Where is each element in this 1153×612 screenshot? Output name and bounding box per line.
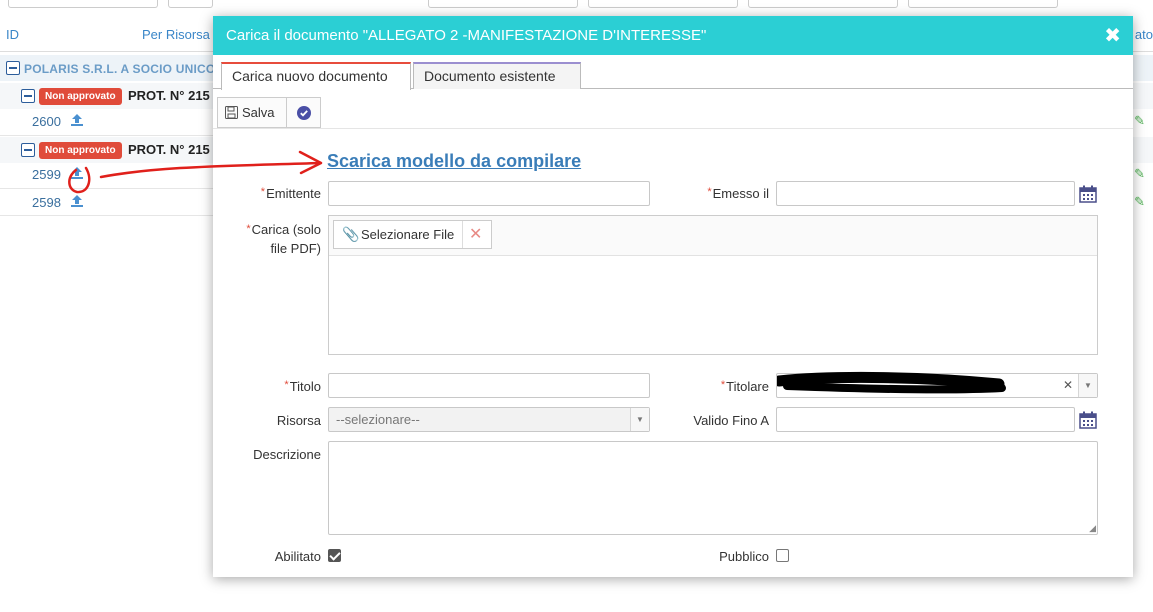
redaction-scribble — [777, 371, 1006, 394]
titolo-label: *Titolo — [284, 379, 321, 394]
risorsa-select[interactable]: --selezionare-- ▼ — [328, 407, 650, 432]
column-header-right[interactable]: ato — [1135, 27, 1153, 42]
upload-icon[interactable] — [70, 113, 84, 127]
descrizione-label: Descrizione — [253, 447, 321, 462]
titolo-input[interactable] — [328, 373, 650, 398]
tab-bar: Carica nuovo documento Documento esisten… — [213, 55, 1133, 90]
row-divider — [0, 188, 220, 189]
save-label: Salva — [242, 105, 275, 120]
required-mark: * — [720, 379, 726, 391]
descrizione-textarea[interactable]: ◢ — [328, 441, 1098, 535]
remove-file-icon[interactable]: ✕ — [469, 221, 482, 248]
chevron-down-icon[interactable]: ▼ — [1078, 374, 1097, 397]
carica-text: Carica (solo file PDF) — [251, 222, 321, 256]
tab-documento-esistente[interactable]: Documento esistente — [413, 62, 581, 89]
column-header-id[interactable]: ID — [6, 27, 19, 42]
status-badge: Non approvato — [39, 142, 122, 159]
chevron-down-icon[interactable]: ▼ — [630, 408, 649, 431]
floppy-disk-icon — [225, 106, 238, 119]
abilitato-checkbox[interactable] — [328, 549, 341, 562]
filter-input[interactable] — [908, 0, 1058, 8]
titolare-select[interactable]: ✕ ▼ — [776, 371, 1098, 398]
tab-carica-nuovo-documento[interactable]: Carica nuovo documento — [221, 62, 411, 90]
edit-icon[interactable]: ✎ — [1134, 113, 1145, 129]
protocol-label: PROT. N° 215 — [128, 88, 210, 103]
clear-selection-icon[interactable]: ✕ — [1063, 378, 1073, 392]
emittente-input[interactable] — [328, 181, 650, 206]
emesso-il-input[interactable] — [776, 181, 1075, 206]
collapse-icon[interactable] — [21, 143, 35, 157]
row-divider — [0, 215, 220, 216]
status-badge: Non approvato — [39, 88, 122, 105]
required-mark: * — [284, 379, 289, 391]
row-id: 2599 — [32, 167, 61, 182]
column-header-per-risorsa[interactable]: Per Risorsa — [142, 27, 210, 42]
pubblico-label: Pubblico — [719, 549, 769, 564]
titolo-text: Titolo — [289, 379, 321, 394]
close-icon[interactable]: ✖ — [1104, 23, 1121, 48]
toolbar-divider — [213, 128, 1133, 129]
protocol-label: PROT. N° 215 — [128, 142, 210, 157]
upload-document-dialog: Carica il documento "ALLEGATO 2 -MANIFES… — [213, 16, 1133, 577]
collapse-icon[interactable] — [6, 61, 20, 75]
calendar-icon[interactable] — [1079, 411, 1097, 429]
filter-input[interactable] — [428, 0, 578, 8]
resize-handle-icon[interactable]: ◢ — [1089, 523, 1096, 534]
collapse-icon[interactable] — [21, 89, 35, 103]
upload-icon[interactable] — [70, 166, 84, 180]
valido-fino-a-input[interactable] — [776, 407, 1075, 432]
titolare-text: Titolare — [726, 379, 769, 394]
filter-input[interactable] — [168, 0, 213, 8]
confirm-button[interactable] — [286, 97, 321, 128]
carica-label: *Carica (solo file PDF) — [231, 220, 321, 258]
row-id: 2600 — [32, 114, 61, 129]
group-label: POLARIS S.R.L. A SOCIO UNICO — [24, 62, 216, 76]
select-file-button[interactable]: 📎 Selezionare File ✕ — [333, 220, 492, 249]
check-circle-icon — [297, 106, 311, 120]
titolare-label: *Titolare — [721, 379, 769, 394]
valido-fino-a-label: Valido Fino A — [693, 413, 769, 428]
risorsa-placeholder: --selezionare-- — [336, 412, 420, 427]
pubblico-checkbox[interactable] — [776, 549, 789, 562]
dialog-title-bar: Carica il documento "ALLEGATO 2 -MANIFES… — [213, 16, 1133, 55]
upload-icon[interactable] — [70, 194, 84, 208]
edit-icon[interactable]: ✎ — [1134, 166, 1145, 182]
emesso-il-label: *Emesso il — [707, 186, 769, 201]
emittente-text: Emittente — [266, 186, 321, 201]
file-upload-area[interactable]: 📎 Selezionare File ✕ — [328, 215, 1098, 355]
select-file-label: Selezionare File — [361, 227, 455, 242]
required-mark: * — [707, 186, 712, 198]
emesso-il-text: Emesso il — [712, 186, 769, 201]
filter-input[interactable] — [748, 0, 898, 8]
save-button[interactable]: Salva — [217, 97, 287, 128]
row-id: 2598 — [32, 195, 61, 210]
row-divider — [0, 135, 220, 136]
risorsa-label: Risorsa — [276, 413, 321, 428]
filter-input[interactable] — [8, 0, 158, 8]
abilitato-label: Abilitato — [274, 549, 321, 564]
required-mark: * — [246, 223, 251, 235]
filter-input[interactable] — [588, 0, 738, 8]
emittente-label: *Emittente — [261, 186, 321, 201]
dialog-title: Carica il documento "ALLEGATO 2 -MANIFES… — [226, 27, 707, 44]
divider — [462, 221, 463, 248]
paperclip-icon: 📎 — [342, 226, 360, 242]
download-template-link[interactable]: Scarica modello da compilare — [327, 151, 581, 172]
required-mark: * — [260, 186, 266, 198]
calendar-icon[interactable] — [1079, 185, 1097, 203]
upload-header: 📎 Selezionare File ✕ — [329, 216, 1097, 256]
edit-icon[interactable]: ✎ — [1134, 194, 1145, 210]
